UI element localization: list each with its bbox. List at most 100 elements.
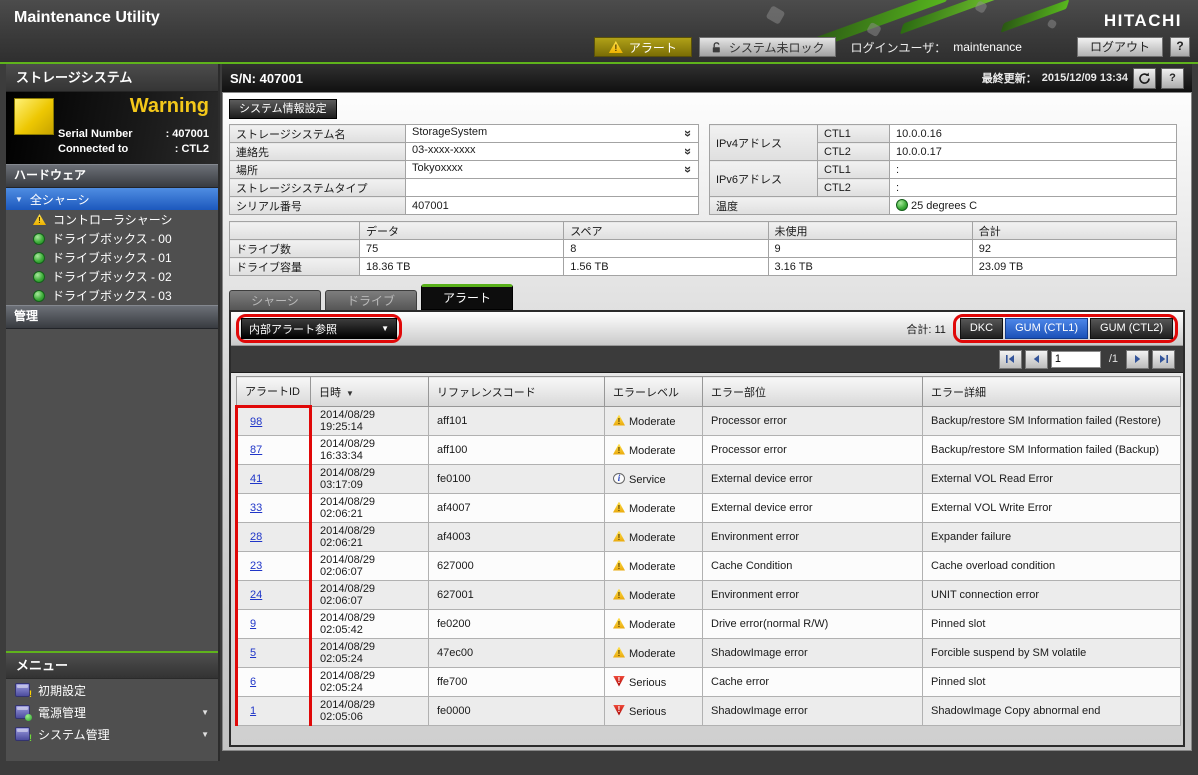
drive-row-label: ドライブ容量 bbox=[230, 258, 360, 276]
header-controls: アラート システム未ロック ログインユーザ： maintenance ログアウト… bbox=[0, 37, 1190, 57]
system-info-settings-button[interactable]: システム情報設定 bbox=[229, 99, 337, 119]
alert-button[interactable]: アラート bbox=[594, 37, 692, 57]
logout-button[interactable]: ログアウト bbox=[1077, 37, 1163, 57]
alerts-column-header[interactable]: エラー部位▼ bbox=[703, 377, 923, 407]
alerts-column-header[interactable]: リファレンスコード▼ bbox=[429, 377, 605, 407]
warning-triangle-icon bbox=[609, 41, 623, 53]
info-row-value: » 03-xxxx-xxxx bbox=[406, 143, 699, 161]
edit-chevron-icon[interactable]: » bbox=[681, 166, 696, 173]
scope-button[interactable]: DKC bbox=[960, 318, 1003, 339]
alert-id-link[interactable]: 98 bbox=[250, 416, 262, 428]
sort-descending-icon: ▼ bbox=[346, 389, 354, 398]
help-button[interactable]: ? bbox=[1170, 37, 1190, 57]
info-row-value-text: 407001 bbox=[412, 200, 449, 212]
tree-item[interactable]: ドライブボックス - 03 bbox=[6, 286, 218, 305]
tab[interactable]: ドライブ bbox=[325, 290, 417, 310]
next-page-button[interactable] bbox=[1126, 350, 1149, 369]
drive-total-value: 23.09 TB bbox=[972, 258, 1176, 276]
alert-id-link[interactable]: 23 bbox=[250, 560, 262, 572]
tree-item[interactable]: ドライブボックス - 01 bbox=[6, 248, 218, 267]
tree-item-label: ドライブボックス - 02 bbox=[52, 268, 172, 285]
error-level-text: Moderate bbox=[629, 445, 675, 457]
scope-button-label: GUM (CTL2) bbox=[1100, 322, 1163, 334]
serial-number-label: Serial Number bbox=[58, 127, 133, 142]
alert-error-level: Serious bbox=[605, 697, 703, 726]
refresh-button[interactable] bbox=[1133, 68, 1156, 89]
page-number-input[interactable] bbox=[1051, 351, 1101, 368]
ipv6-ctl2-value: : bbox=[890, 179, 1177, 197]
menu-item[interactable]: 初期設定 ▼ bbox=[6, 679, 218, 701]
error-level-text: Service bbox=[629, 474, 666, 486]
error-level-text: Moderate bbox=[629, 503, 675, 515]
ipv4-ctl2-value: 10.0.0.17 bbox=[890, 143, 1177, 161]
scope-button-label: DKC bbox=[970, 322, 993, 334]
alert-error-detail: Pinned slot bbox=[923, 610, 1181, 639]
alert-error-level: Service bbox=[605, 465, 703, 494]
system-unlocked-button[interactable]: システム未ロック bbox=[699, 37, 836, 57]
scope-button[interactable]: GUM (CTL1) bbox=[1005, 318, 1088, 339]
previous-page-button[interactable] bbox=[1025, 350, 1048, 369]
alert-id-link[interactable]: 6 bbox=[250, 676, 256, 688]
edit-chevron-icon[interactable]: » bbox=[681, 130, 696, 137]
alert-id-link[interactable]: 5 bbox=[250, 647, 256, 659]
hexagon-decor bbox=[766, 5, 786, 25]
alert-error-detail: UNIT connection error bbox=[923, 581, 1181, 610]
error-level-icon bbox=[613, 705, 625, 716]
alert-id-cell: 41 bbox=[237, 465, 311, 494]
alert-id-link[interactable]: 41 bbox=[250, 473, 262, 485]
tree-item[interactable]: コントローラシャーシ bbox=[6, 210, 218, 229]
alert-id-cell: 28 bbox=[237, 523, 311, 552]
menu-item[interactable]: システム管理 ▼ bbox=[6, 723, 218, 745]
alert-id-link[interactable]: 9 bbox=[250, 618, 256, 630]
alert-reference-code: fe0100 bbox=[429, 465, 605, 494]
error-level-icon bbox=[613, 647, 625, 658]
alerts-column-header[interactable]: エラーレベル▼ bbox=[605, 377, 703, 407]
alert-row: 6 2014/08/29 02:05:24 ffe700 Serious Cac… bbox=[237, 668, 1181, 697]
alerts-column-header[interactable]: アラートID▼ bbox=[237, 377, 311, 407]
expand-caret-icon[interactable]: ▼ bbox=[201, 708, 209, 717]
error-level-text: Moderate bbox=[629, 416, 675, 428]
tree-root-all-chassis[interactable]: ▼ 全シャーシ bbox=[6, 188, 218, 210]
ipv6-label: IPv6アドレス bbox=[710, 161, 818, 197]
alert-error-level: Moderate bbox=[605, 639, 703, 668]
tab[interactable]: アラート bbox=[421, 284, 513, 310]
alert-error-part: ShadowImage error bbox=[703, 639, 923, 668]
alert-error-part: Cache error bbox=[703, 668, 923, 697]
alert-id-link[interactable]: 24 bbox=[250, 589, 262, 601]
status-icon bbox=[33, 252, 45, 264]
alert-row: 28 2014/08/29 02:06:21 af4003 Moderate E… bbox=[237, 523, 1181, 552]
error-level-text: Moderate bbox=[629, 532, 675, 544]
last-update-area: 最終更新： 2015/12/09 13:34 ? bbox=[982, 68, 1184, 89]
alert-id-link[interactable]: 1 bbox=[250, 705, 256, 717]
tree-item[interactable]: ドライブボックス - 00 bbox=[6, 229, 218, 248]
first-page-button[interactable] bbox=[999, 350, 1022, 369]
last-page-button[interactable] bbox=[1152, 350, 1175, 369]
alerts-column-header[interactable]: 日時▼ bbox=[311, 377, 429, 407]
expand-caret-icon[interactable]: ▼ bbox=[201, 730, 209, 739]
scope-button[interactable]: GUM (CTL2) bbox=[1090, 318, 1173, 339]
alert-id-link[interactable]: 28 bbox=[250, 531, 262, 543]
edit-chevron-icon[interactable]: » bbox=[681, 148, 696, 155]
alert-datetime: 2014/08/29 02:06:07 bbox=[311, 581, 429, 610]
alert-error-detail: External VOL Write Error bbox=[923, 494, 1181, 523]
alert-id-link[interactable]: 33 bbox=[250, 502, 262, 514]
system-info-table-right: IPv4アドレス CTL1 10.0.0.16 CTL2 10.0.0.17 I… bbox=[709, 124, 1177, 215]
alert-button-label: アラート bbox=[629, 39, 677, 56]
alert-id-link[interactable]: 87 bbox=[250, 444, 262, 456]
alerts-column-header[interactable]: エラー詳細▼ bbox=[923, 377, 1181, 407]
drive-total-value: 92 bbox=[972, 240, 1176, 258]
alert-reference-code: 627000 bbox=[429, 552, 605, 581]
alert-id-cell: 6 bbox=[237, 668, 311, 697]
alert-id-cell: 1 bbox=[237, 697, 311, 726]
main-help-button[interactable]: ? bbox=[1161, 68, 1184, 89]
alert-reference-code: 627001 bbox=[429, 581, 605, 610]
tree-item[interactable]: ドライブボックス - 02 bbox=[6, 267, 218, 286]
normal-status-icon bbox=[896, 199, 908, 211]
alert-error-part: Drive error(normal R/W) bbox=[703, 610, 923, 639]
menu-item[interactable]: 電源管理 ▼ bbox=[6, 701, 218, 723]
tab[interactable]: シャーシ bbox=[229, 290, 321, 310]
menu-item-label: システム管理 bbox=[38, 726, 110, 743]
alert-error-level: Moderate bbox=[605, 407, 703, 436]
ctl2-label: CTL2 bbox=[818, 179, 890, 197]
alert-filter-dropdown[interactable]: 内部アラート参照 ▼ bbox=[241, 318, 397, 339]
